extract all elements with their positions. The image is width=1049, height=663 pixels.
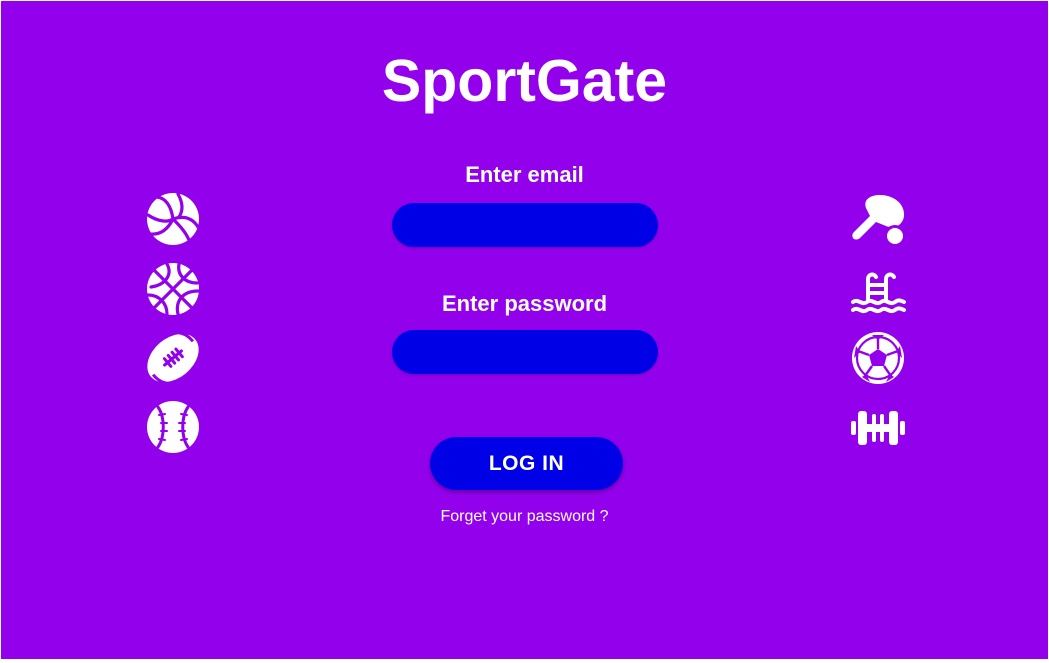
swimming-pool-icon	[850, 263, 906, 319]
email-label: Enter email	[465, 162, 584, 187]
app-title: SportGate	[381, 48, 668, 114]
baseball-icon	[145, 399, 201, 455]
password-field[interactable]	[392, 330, 658, 374]
basketball-icon	[145, 261, 201, 317]
football-icon	[145, 330, 201, 386]
login-page: SportGate Enter email Enter password LOG…	[1, 1, 1048, 659]
forgot-password-link[interactable]: Forget your password ?	[1, 507, 1048, 527]
ping-pong-icon	[850, 192, 906, 248]
soccer-ball-icon	[850, 330, 906, 386]
login-button[interactable]: LOG IN	[430, 437, 623, 490]
volleyball-icon	[145, 191, 201, 247]
dumbbell-icon	[850, 400, 906, 456]
email-field[interactable]	[392, 203, 658, 247]
